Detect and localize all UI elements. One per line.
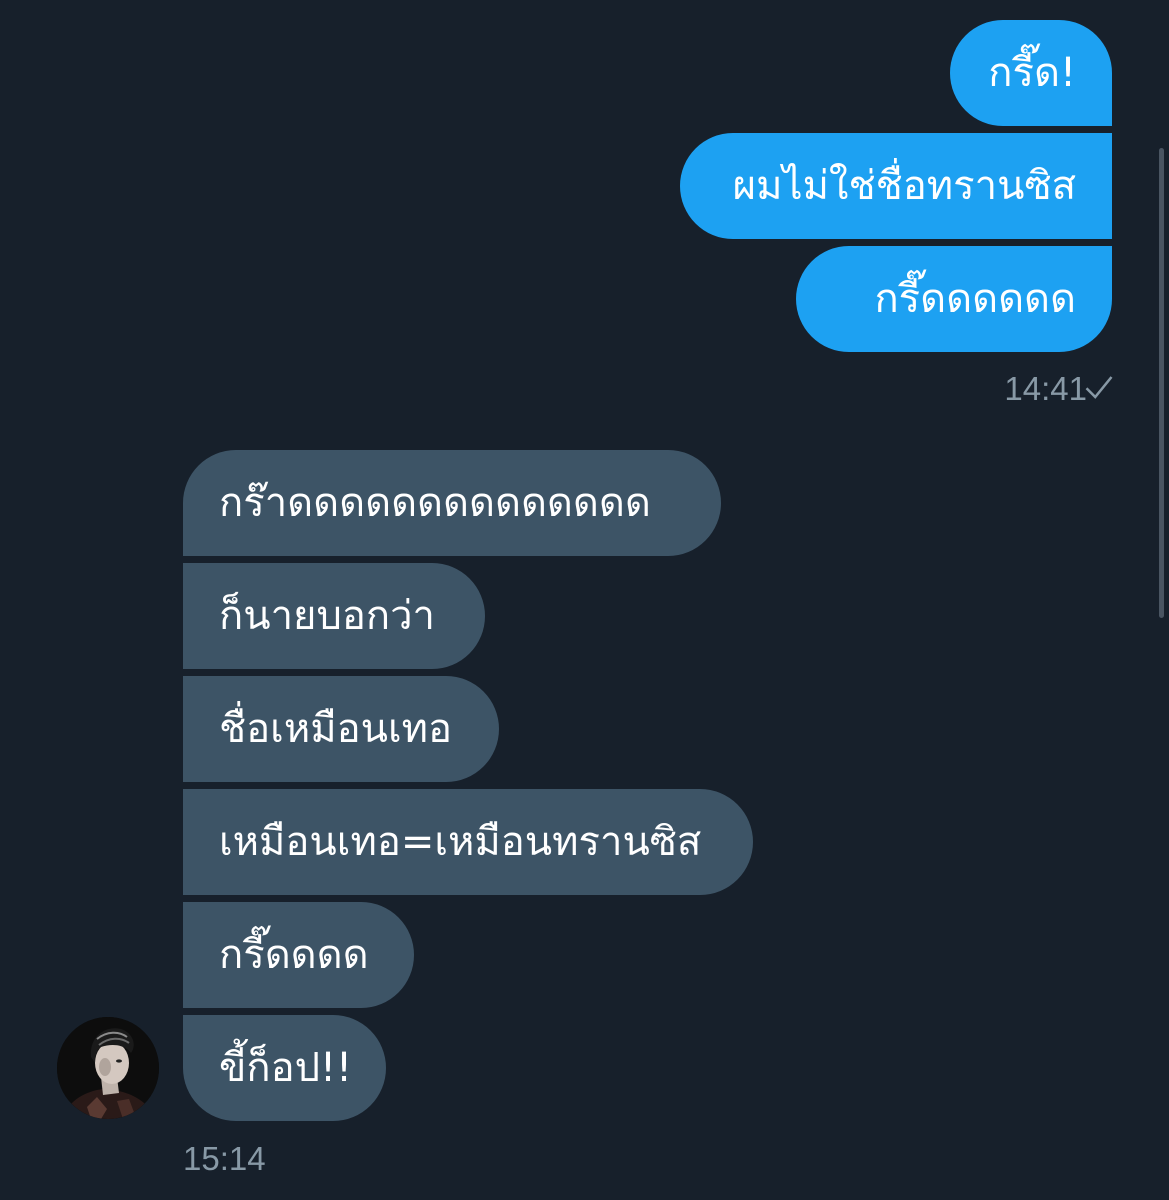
received-timestamp: 15:14 [183, 1140, 266, 1177]
sent-message-bubble[interactable]: กรี๊ดดดดดด [796, 246, 1112, 352]
checkmark-icon [1085, 376, 1113, 399]
sent-message-bubble[interactable]: ผมไม่ใช่ชื่อทรานซิส [680, 133, 1112, 239]
sender-avatar[interactable] [57, 1017, 159, 1119]
message-text: กรี๊ดดดด [219, 932, 369, 978]
message-text: กรี๊ดดดดดด [874, 276, 1076, 322]
received-message-bubble[interactable]: เหมือนเทอ=เหมือนทรานซิส [183, 789, 753, 895]
received-message-bubble[interactable]: ขี้ก็อป!! [183, 1015, 386, 1121]
message-text: เหมือนเทอ=เหมือนทรานซิส [219, 819, 702, 865]
sent-timestamp: 14:41 [1004, 370, 1087, 407]
message-text: ชื่อเหมือนเทอ [219, 706, 453, 752]
message-text: กรี๊ด! [988, 50, 1076, 96]
avatar-photo-icon [57, 1017, 159, 1119]
message-text: ผมไม่ใช่ชื่อทรานซิส [732, 163, 1076, 209]
received-message-bubble[interactable]: ชื่อเหมือนเทอ [183, 676, 499, 782]
conversation-view: กรี๊ด! ผมไม่ใช่ชื่อทรานซิส กรี๊ดดดดดด 14… [0, 0, 1169, 1200]
message-text: กร๊าดดดดดดดดดดดดดด [219, 480, 651, 526]
scrollbar[interactable] [1159, 148, 1164, 618]
message-text: ขี้ก็อป!! [219, 1045, 353, 1091]
received-message-bubble[interactable]: กร๊าดดดดดดดดดดดดดด [183, 450, 721, 556]
received-message-bubble[interactable]: กรี๊ดดดด [183, 902, 414, 1008]
sent-message-bubble[interactable]: กรี๊ด! [950, 20, 1112, 126]
message-text: ก็นายบอกว่า [219, 593, 436, 639]
received-message-bubble[interactable]: ก็นายบอกว่า [183, 563, 485, 669]
